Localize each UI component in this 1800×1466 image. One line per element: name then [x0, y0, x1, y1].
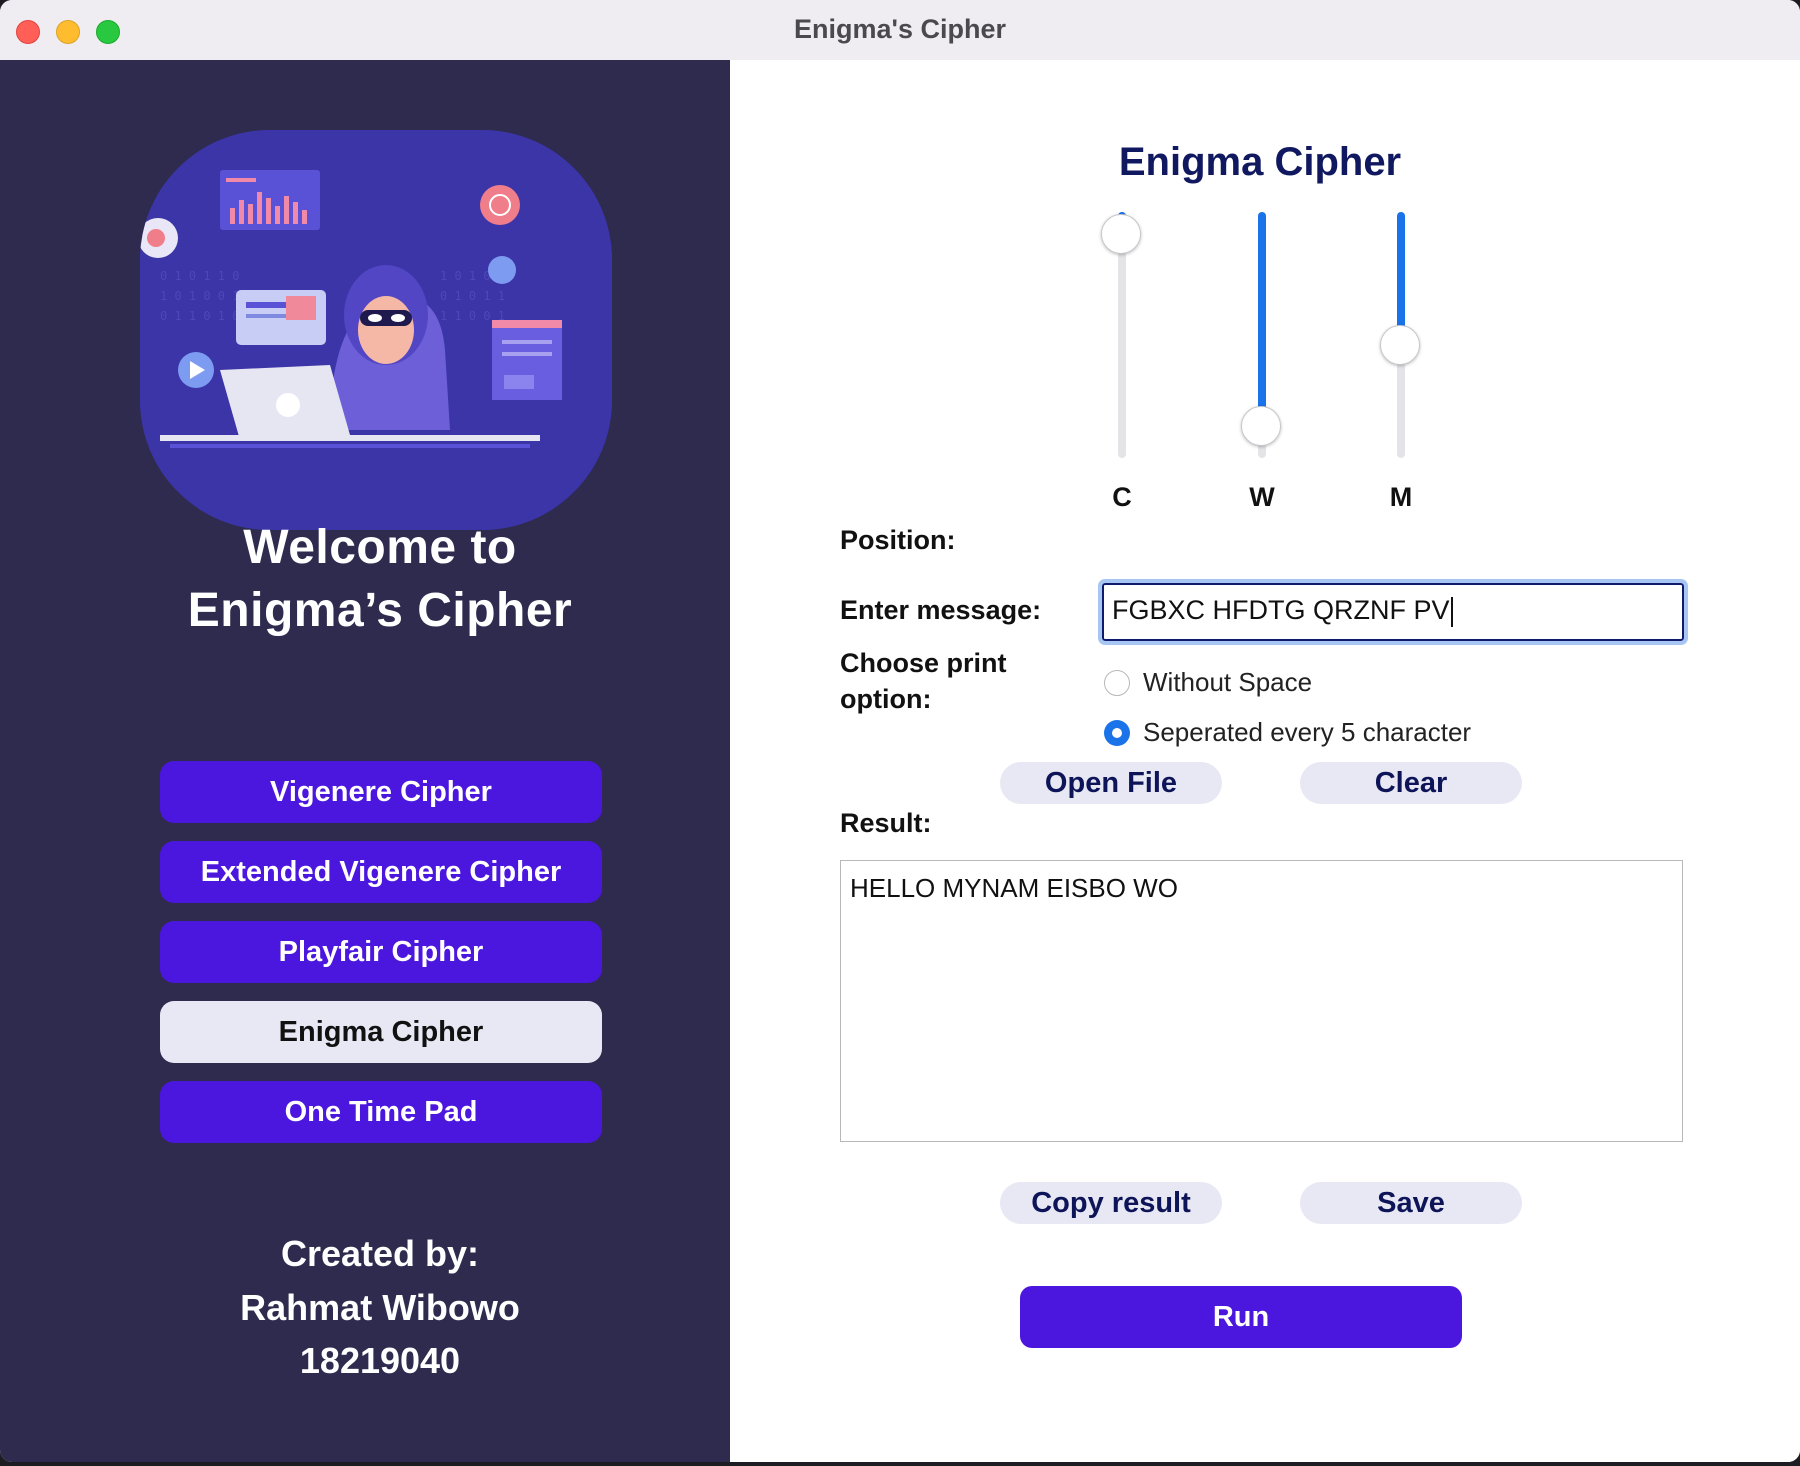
radio-without-space-label[interactable]: Without Space	[1143, 667, 1312, 698]
hacker-illustration: 0 1 0 1 1 0 1 0 1 0 0 1 0 1 1 0 1 0 1 0 …	[140, 130, 612, 530]
rotor-label-m: M	[1389, 482, 1413, 512]
result-output-value: HELLO MYNAM EISBO WO	[850, 873, 1178, 903]
svg-text:0 1 0 1 1 0: 0 1 0 1 1 0	[160, 269, 239, 283]
message-input[interactable]: FGBXC HFDTG QRZNF PV	[1098, 579, 1688, 645]
result-label: Result:	[840, 808, 932, 838]
page-title: Enigma Cipher	[1118, 140, 1402, 184]
copy-result-button[interactable]: Copy result	[1000, 1182, 1222, 1224]
text-caret	[1450, 596, 1453, 627]
credits-heading: Created by:	[280, 1233, 480, 1274]
nav-playfair-cipher[interactable]: Playfair Cipher	[160, 921, 602, 983]
author-name: Rahmat Wibowo	[240, 1287, 520, 1328]
author-id: 18219040	[299, 1340, 461, 1381]
nav-enigma-cipher[interactable]: Enigma Cipher	[160, 1001, 602, 1063]
print-option-label-line-2: option:	[840, 684, 932, 714]
svg-text:0 1 0 1 1: 0 1 0 1 1	[440, 289, 505, 303]
window-title: Enigma's Cipher	[794, 14, 1006, 44]
rotor-slider-knob[interactable]	[1101, 214, 1141, 254]
rotor-label-w: W	[1249, 482, 1275, 512]
rotor-slider-knob[interactable]	[1380, 325, 1420, 365]
rotor-label-c: C	[1112, 482, 1132, 512]
rotor-slider-m[interactable]	[1380, 212, 1420, 458]
nav-vigenere-cipher[interactable]: Vigenere Cipher	[160, 761, 602, 823]
radio-separated-every-5-label[interactable]: Seperated every 5 character	[1143, 717, 1471, 748]
save-button[interactable]: Save	[1300, 1182, 1522, 1224]
svg-text:1 0 1 0 0 1: 1 0 1 0 0 1	[160, 289, 239, 303]
main-panel: Enigma Cipher C W M Position: Enter mess…	[730, 60, 1800, 1462]
welcome-line-1: Welcome to	[243, 521, 517, 574]
nav-one-time-pad[interactable]: One Time Pad	[160, 1081, 602, 1143]
rotor-slider-fill	[1258, 212, 1266, 416]
open-file-button[interactable]: Open File	[1000, 762, 1222, 804]
position-label: Position:	[840, 525, 956, 555]
clear-button[interactable]: Clear	[1300, 762, 1522, 804]
result-output[interactable]: HELLO MYNAM EISBO WO	[840, 860, 1683, 1142]
message-input-value: FGBXC HFDTG QRZNF PV	[1112, 595, 1450, 625]
message-label: Enter message:	[840, 595, 1042, 625]
radio-separated-every-5[interactable]	[1104, 720, 1130, 746]
nav-extended-vigenere-cipher[interactable]: Extended Vigenere Cipher	[160, 841, 602, 903]
welcome-line-2: Enigma’s Cipher	[187, 584, 573, 637]
rotor-slider-w[interactable]	[1241, 212, 1281, 458]
sidebar: 0 1 0 1 1 0 1 0 1 0 0 1 0 1 1 0 1 0 1 0 …	[0, 60, 730, 1462]
app-window: Enigma's Cipher 0 1 0 1 1 0 1 0 1 0 0 1 …	[0, 0, 1800, 1462]
rotor-slider-fill	[1397, 212, 1405, 335]
print-option-label-line-1: Choose print	[840, 648, 1007, 678]
rotor-slider-knob[interactable]	[1241, 406, 1281, 446]
svg-text:0 1 1 0 1 0: 0 1 1 0 1 0	[160, 309, 239, 323]
rotor-slider-c[interactable]	[1101, 212, 1141, 458]
radio-without-space[interactable]	[1104, 670, 1130, 696]
title-bar: Enigma's Cipher	[0, 0, 1800, 61]
run-button[interactable]: Run	[1020, 1286, 1462, 1348]
